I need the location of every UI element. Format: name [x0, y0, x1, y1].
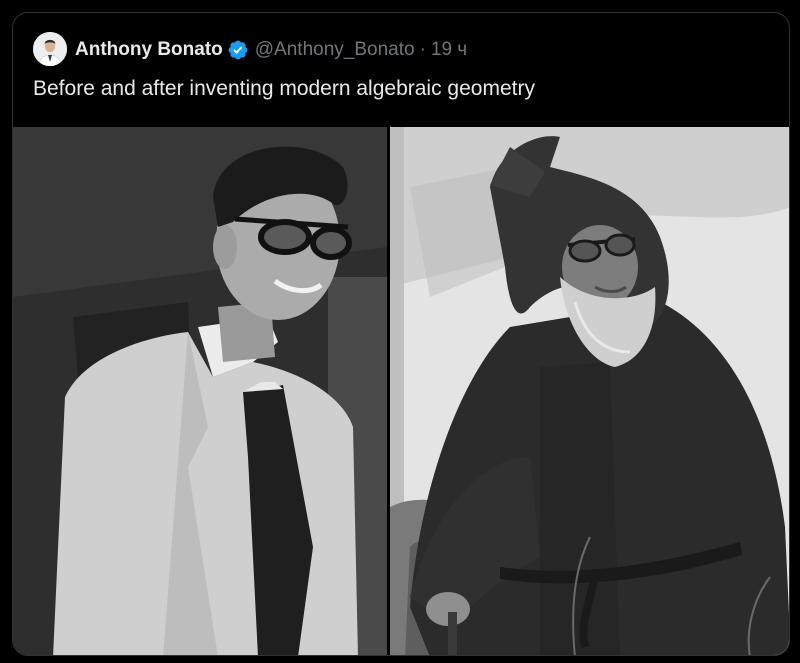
- tweet-timestamp[interactable]: 19 ч: [431, 37, 467, 63]
- tweet-card[interactable]: Anthony Bonato @Anthony_Bonato · 19 ч Be…: [12, 12, 790, 656]
- header-separator: ·: [419, 39, 426, 60]
- verified-badge-icon[interactable]: [227, 39, 249, 61]
- author-avatar[interactable]: [33, 32, 67, 66]
- tweet-text: Before and after inventing modern algebr…: [33, 77, 535, 100]
- tweet-header: Anthony Bonato @Anthony_Bonato · 19 ч: [75, 37, 467, 63]
- photo-before-image: [13, 127, 387, 655]
- photo-after-image: [390, 127, 789, 655]
- author-handle[interactable]: @Anthony_Bonato: [255, 37, 415, 63]
- avatar-image: [33, 32, 67, 66]
- tweet-media-grid: [13, 127, 789, 655]
- author-name[interactable]: Anthony Bonato: [75, 37, 223, 63]
- media-photo-after[interactable]: [390, 127, 789, 655]
- media-photo-before[interactable]: [13, 127, 387, 655]
